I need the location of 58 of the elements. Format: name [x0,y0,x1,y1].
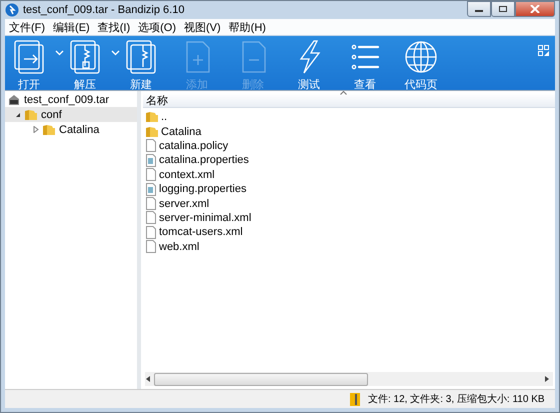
tree-item[interactable]: Catalina [5,122,137,137]
horizontal-scrollbar[interactable] [145,372,553,386]
file-row[interactable]: .. [143,110,555,124]
status-text: 文件: 12, 文件夹: 3, 压缩包大小: 110 KB [368,392,545,406]
toolbar-button[interactable]: 打开 [9,36,49,92]
menu-item[interactable]: 选项(O) [136,20,182,34]
file-row[interactable]: Catalina [143,124,555,139]
menu-item[interactable]: 查找(I) [96,20,136,34]
settings-file-icon [146,154,156,167]
window-title: test_conf_009.tar - Bandizip 6.10 [23,4,184,16]
file-row[interactable]: tomcat-users.xml [143,225,555,240]
toolbar-button[interactable]: 测试 [289,36,329,92]
minimize-button[interactable] [467,1,491,17]
folder-icon [25,108,37,120]
file-row[interactable]: catalina.properties [143,153,555,168]
maximize-icon [498,5,508,13]
file-icon [146,139,156,152]
folder-icon [146,126,158,138]
file-icon [146,240,156,254]
settings-file-icon [146,182,156,196]
tree-root-label[interactable]: test_conf_009.tar [24,94,110,106]
dropdown-caret-icon[interactable] [55,50,64,56]
archive-icon [350,392,360,406]
file-icon [146,211,156,224]
menu-item[interactable]: 文件(F) [7,20,52,34]
toolbar-button[interactable]: 查看 [345,36,385,92]
close-icon [530,5,540,13]
file-icon [146,197,156,210]
folder-icon [43,124,55,136]
menu-item[interactable]: 帮助(H) [226,20,272,34]
close-button[interactable] [515,1,555,17]
archive-icon [7,94,21,106]
expand-icon[interactable] [33,126,39,133]
sort-icon[interactable] [340,91,347,95]
toolbar-button[interactable]: 解压 [65,36,105,92]
file-row[interactable]: web.xml [143,240,555,254]
scroll-right-icon[interactable] [544,375,550,383]
dropdown-caret-icon[interactable] [111,50,120,56]
file-icon [146,168,156,182]
menu-item[interactable]: 编辑(E) [51,20,96,34]
layout-icon[interactable] [538,45,549,56]
collapse-icon[interactable] [15,112,21,118]
file-row[interactable]: logging.properties [143,182,555,196]
file-row[interactable]: catalina.policy [143,138,555,154]
file-icon [146,226,156,239]
scrollbar-thumb[interactable] [154,372,368,386]
menu-item[interactable]: 视图(V) [182,20,227,34]
file-row[interactable]: context.xml [143,168,555,182]
maximize-button[interactable] [491,1,515,17]
app-icon [5,3,19,17]
scroll-left-icon[interactable] [145,375,151,383]
column-header[interactable]: 名称 [143,92,168,108]
toolbar-button[interactable]: 代码页 [401,36,441,92]
toolbar-button[interactable]: 新建 [121,36,161,92]
file-row[interactable]: server.xml [143,196,555,211]
file-row[interactable]: server-minimal.xml [143,210,555,226]
folder-icon [146,111,158,124]
tree-item[interactable]: conf [5,107,137,122]
